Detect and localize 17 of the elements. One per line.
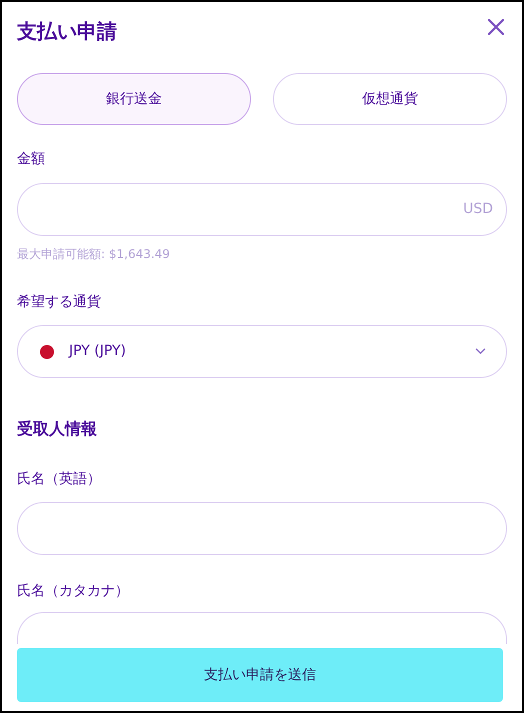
submit-button[interactable]: 支払い申請を送信 [17, 648, 503, 702]
field-label: 金額 [17, 150, 46, 169]
input-field[interactable] [17, 612, 507, 644]
selected-currency: JPY (JPY) [69, 342, 128, 361]
payment-method-tab[interactable]: 仮想通貨 [273, 73, 507, 125]
input-field[interactable] [17, 502, 507, 555]
section-heading: 受取人情報 [17, 418, 98, 440]
field-label: 氏名（カタカナ） [17, 582, 130, 601]
currency-suffix: USD [463, 200, 493, 219]
dialog-title: 支払い申請 [17, 18, 117, 45]
chevron-down-icon [475, 348, 486, 355]
currency-select[interactable]: JPY (JPY) [17, 325, 507, 378]
field-label: 希望する通貨 [17, 293, 102, 312]
payment-method-tab[interactable]: 銀行送金 [17, 73, 251, 125]
flag-icon [40, 344, 54, 358]
max-amount-hint: 最大申請可能額: $1,643.49 [17, 246, 171, 262]
field-label: 氏名（英語） [17, 470, 102, 489]
